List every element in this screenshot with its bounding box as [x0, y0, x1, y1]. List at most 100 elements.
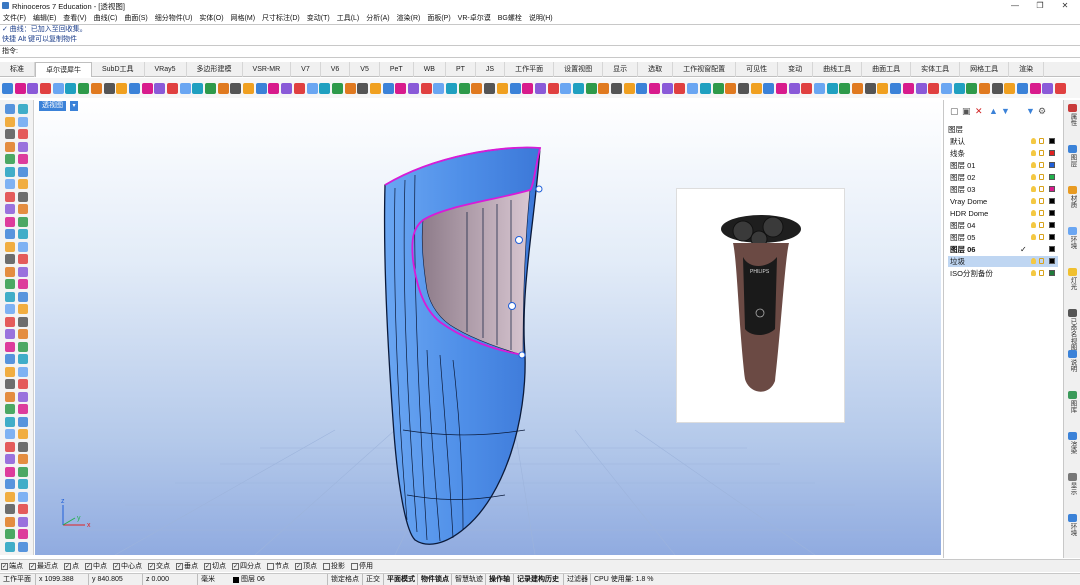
toolbar-tool-icon[interactable] — [801, 82, 813, 94]
tab-v6[interactable]: V6 — [321, 62, 351, 77]
modeling-tool-icon[interactable] — [5, 416, 15, 427]
modeling-tool-icon[interactable] — [5, 329, 15, 339]
modeling-tool-icon[interactable] — [18, 291, 28, 302]
checkbox[interactable]: ✓ — [204, 562, 211, 570]
toolbar-tool-icon[interactable] — [52, 82, 64, 94]
modeling-tool-icon[interactable] — [18, 466, 28, 477]
toolbar-tool-icon[interactable] — [852, 82, 864, 94]
toolbar-tool-icon[interactable] — [572, 82, 584, 94]
modeling-tool-icon[interactable] — [5, 341, 15, 352]
checkbox[interactable]: ✓ — [148, 562, 155, 570]
move-up-icon[interactable]: ▲ — [989, 106, 998, 116]
modeling-tool-icon[interactable] — [18, 504, 28, 514]
lightbulb-icon[interactable] — [1031, 138, 1036, 144]
tab-v5[interactable]: V5 — [350, 62, 380, 77]
modeling-tool-icon[interactable] — [18, 179, 28, 189]
toolbar-tool-icon[interactable] — [369, 82, 381, 94]
modeling-tool-icon[interactable] — [18, 541, 28, 552]
modeling-tool-icon[interactable] — [18, 191, 28, 202]
panel-tab[interactable]: 材质 — [1065, 186, 1080, 210]
modeling-tool-icon[interactable] — [5, 404, 15, 414]
tab-polygon-modeling[interactable]: 多边形建模 — [187, 62, 243, 77]
reference-image[interactable]: PHILIPS — [676, 188, 845, 423]
toolbar-tool-icon[interactable] — [940, 82, 952, 94]
layer-row[interactable]: 图层 04 — [948, 220, 1058, 231]
lock-icon[interactable] — [1039, 222, 1044, 228]
modeling-tool-icon[interactable] — [5, 191, 15, 202]
tab-display[interactable]: 显示 — [603, 62, 639, 77]
layer-color-swatch[interactable] — [1049, 246, 1055, 252]
checkbox[interactable] — [351, 562, 358, 570]
toolbar-tool-icon[interactable] — [78, 82, 90, 94]
modeling-tool-icon[interactable] — [18, 166, 28, 177]
toolbar-tool-icon[interactable] — [471, 82, 483, 94]
tools-icon[interactable]: ⚙ — [1038, 106, 1046, 116]
osnap-option[interactable]: ✓ 交点 — [148, 561, 170, 571]
lock-icon[interactable] — [1039, 174, 1044, 180]
modeling-tool-icon[interactable] — [5, 379, 15, 389]
tab-js[interactable]: JS — [476, 62, 506, 77]
layer-color-swatch[interactable] — [1049, 222, 1055, 228]
modeling-tool-icon[interactable] — [5, 266, 15, 277]
layer-row[interactable]: 图层 02 — [948, 172, 1058, 183]
layer-color-swatch[interactable] — [1049, 198, 1055, 204]
toolbar-tool-icon[interactable] — [154, 82, 166, 94]
modeling-tool-icon[interactable] — [5, 304, 15, 314]
lightbulb-icon[interactable] — [1031, 174, 1036, 180]
tab-pet[interactable]: PeT — [380, 62, 414, 77]
toolbar-tool-icon[interactable] — [293, 82, 305, 94]
lightbulb-icon[interactable] — [1031, 210, 1036, 216]
modeling-tool-icon[interactable] — [5, 241, 15, 252]
panel-tab[interactable]: 图库 — [1065, 391, 1080, 415]
tab-subd-tools[interactable]: SubD工具 — [92, 62, 145, 77]
osnap-option[interactable]: ✓ 顶点 — [295, 561, 317, 571]
modeling-tool-icon[interactable] — [18, 416, 28, 427]
toolbar-tool-icon[interactable] — [319, 82, 331, 94]
tab-vray5[interactable]: VRay5 — [145, 62, 187, 77]
toolbar-tool-icon[interactable] — [775, 82, 787, 94]
status-cplane[interactable]: 工作平面 — [3, 574, 31, 585]
toolbar-tool-icon[interactable] — [128, 82, 140, 94]
toolbar-tool-icon[interactable] — [27, 82, 39, 94]
lightbulb-icon[interactable] — [1031, 270, 1036, 276]
lock-icon[interactable] — [1039, 162, 1044, 168]
toolbar-tool-icon[interactable] — [623, 82, 635, 94]
tab-vsr-mr[interactable]: VSR-MR — [243, 62, 292, 77]
toolbar-tool-icon[interactable] — [40, 82, 52, 94]
modeling-tool-icon[interactable] — [5, 366, 15, 377]
modeling-tool-icon[interactable] — [5, 441, 15, 452]
tab-pt[interactable]: PT — [446, 62, 476, 77]
osnap-option[interactable]: 停用 — [351, 561, 373, 571]
toolbar-tool-icon[interactable] — [281, 82, 293, 94]
panel-tab[interactable]: 说明 — [1065, 350, 1080, 374]
layer-color-swatch[interactable] — [1049, 210, 1055, 216]
menu-bg-bolt[interactable]: BG螺栓 — [498, 13, 522, 23]
toolbar-tool-icon[interactable] — [268, 82, 280, 94]
toolbar-tool-icon[interactable] — [991, 82, 1003, 94]
modeling-tool-icon[interactable] — [18, 316, 28, 327]
status-filter[interactable]: 过滤器 — [563, 574, 588, 585]
osnap-option[interactable]: ✓ 切点 — [204, 561, 226, 571]
status-ortho[interactable]: 正交 — [362, 574, 380, 585]
modeling-tool-icon[interactable] — [18, 491, 28, 502]
toolbar-tool-icon[interactable] — [890, 82, 902, 94]
toolbar-tool-icon[interactable] — [1017, 82, 1028, 94]
toolbar-tool-icon[interactable] — [14, 82, 26, 94]
modeling-tool-icon[interactable] — [18, 129, 28, 139]
modeling-tool-icon[interactable] — [18, 391, 28, 402]
menu-subd[interactable]: 细分物件(U) — [155, 13, 193, 23]
layer-row[interactable]: ISO分割备份 — [948, 268, 1058, 279]
lightbulb-icon[interactable] — [1031, 234, 1036, 240]
panel-tab[interactable]: 已命名视图 — [1065, 309, 1080, 353]
lock-icon[interactable] — [1039, 270, 1044, 276]
layer-row[interactable]: 图层 06 ✓ — [948, 244, 1058, 255]
osnap-option[interactable]: ✓ 端点 — [1, 561, 23, 571]
layer-row[interactable]: 图层 03 — [948, 184, 1058, 195]
toolbar-tool-icon[interactable] — [90, 82, 102, 94]
modeling-tool-icon[interactable] — [5, 504, 15, 514]
modeling-tool-icon[interactable] — [18, 429, 28, 439]
checkbox[interactable]: ✓ — [29, 562, 36, 570]
checkbox[interactable]: ✓ — [64, 562, 71, 570]
modeling-tool-icon[interactable] — [5, 541, 15, 552]
menu-render[interactable]: 渲染(R) — [397, 13, 421, 23]
